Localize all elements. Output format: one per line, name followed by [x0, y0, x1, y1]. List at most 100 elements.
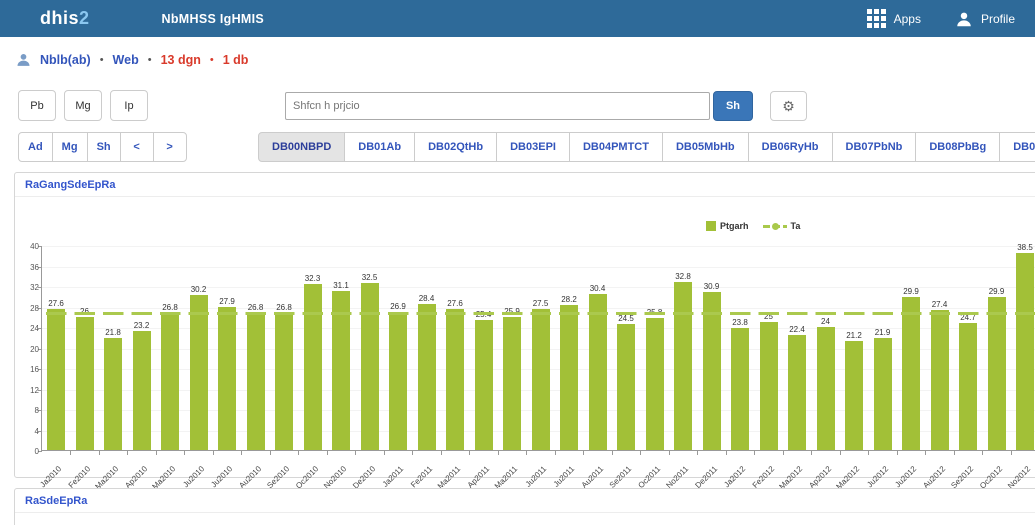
bar: [446, 309, 464, 450]
bar: [589, 294, 607, 450]
x-axis-tick: [99, 450, 100, 455]
bar: [247, 313, 265, 450]
legend-item-target[interactable]: Ta: [763, 221, 801, 231]
bar: [133, 331, 151, 450]
x-axis-tick: [954, 450, 955, 455]
dashboard-tab[interactable]: DB03EPI: [496, 132, 570, 162]
profile-label: Profile: [981, 12, 1015, 26]
chart-legend: Ptgarh Ta: [706, 221, 800, 231]
bar: [532, 309, 550, 450]
bar-value-label: 38.5: [1007, 243, 1035, 252]
x-axis-tick: [840, 450, 841, 455]
tab-nav-button[interactable]: Ad: [18, 132, 53, 162]
legend-dashed-line-icon: [763, 225, 787, 228]
tab-nav-button[interactable]: Mg: [52, 132, 88, 162]
apps-menu[interactable]: Apps: [867, 9, 921, 28]
x-axis-tick: [384, 450, 385, 455]
dhis2-logo[interactable]: dhis2: [40, 8, 90, 29]
x-axis-tick: [469, 450, 470, 455]
bar: [190, 295, 208, 450]
dashboard-tab[interactable]: DB09PbBs: [999, 132, 1035, 162]
settings-button[interactable]: ⚙: [770, 91, 807, 121]
bar: [560, 305, 578, 450]
dashboard-tab[interactable]: DB01Ab: [344, 132, 415, 162]
gear-icon: ⚙: [782, 98, 795, 114]
bar-value-label: 26.8: [266, 303, 302, 312]
period-link[interactable]: Web: [113, 53, 139, 67]
x-axis-tick: [127, 450, 128, 455]
toolbar-button[interactable]: Ip: [110, 90, 148, 121]
dashboard-tab[interactable]: DB00NBPD: [258, 132, 345, 162]
bar: [988, 297, 1006, 450]
tab-nav-button[interactable]: >: [153, 132, 187, 162]
dashboard-item-links: RaSdeEpRa: [15, 489, 1035, 513]
x-axis-tick: [697, 450, 698, 455]
toolbar-button-group: Pb Mg Ip: [18, 90, 148, 121]
bar: [760, 322, 778, 450]
x-axis-tick: [783, 450, 784, 455]
bar: [76, 317, 94, 450]
y-axis-tick-label: 16: [19, 365, 39, 374]
profile-menu[interactable]: Profile: [955, 10, 1015, 28]
bar: [788, 335, 806, 450]
bar-value-label: 27.6: [437, 299, 473, 308]
bar: [931, 310, 949, 450]
bar: [304, 284, 322, 450]
separator-dot: •: [100, 54, 104, 66]
bar-value-label: 26.9: [380, 302, 416, 311]
bar-value-label: 22.4: [779, 325, 815, 334]
bar: [874, 338, 892, 450]
target-line: [42, 312, 1035, 315]
x-axis-tick: [925, 450, 926, 455]
item-action-links[interactable]: RaGangSdeEpRa: [25, 179, 115, 191]
x-axis-tick: [868, 450, 869, 455]
x-axis-tick: [612, 450, 613, 455]
bar: [817, 327, 835, 450]
dashboard-tab[interactable]: DB08PbBg: [915, 132, 1000, 162]
item-action-links[interactable]: RaSdeEpRa: [25, 495, 87, 507]
y-axis-tick-label: 20: [19, 345, 39, 354]
x-axis-tick: [412, 450, 413, 455]
x-axis-tick: [754, 450, 755, 455]
dashboard-tab[interactable]: DB06RyHb: [748, 132, 833, 162]
bar: [475, 320, 493, 450]
x-axis-tick: [298, 450, 299, 455]
y-axis-tick-label: 24: [19, 324, 39, 333]
bar-value-label: 24: [808, 317, 844, 326]
logo-main: dhis: [40, 8, 79, 28]
search-button[interactable]: Sh: [713, 91, 753, 121]
logo-accent: 2: [79, 8, 90, 28]
bar: [845, 341, 863, 450]
bar: [703, 292, 721, 450]
dashboard-tab[interactable]: DB07PbNb: [832, 132, 917, 162]
toolbar-button[interactable]: Pb: [18, 90, 56, 121]
bar: [617, 324, 635, 450]
legend-item-series[interactable]: Ptgarh: [706, 221, 749, 231]
separator-dot: •: [148, 54, 152, 66]
toolbar-button[interactable]: Mg: [64, 90, 102, 121]
y-axis-tick-label: 28: [19, 304, 39, 313]
bar: [389, 312, 407, 450]
tab-nav-button[interactable]: Sh: [87, 132, 121, 162]
org-unit-link[interactable]: Nblb(ab): [40, 53, 91, 67]
top-bar: dhis2 NbMHSS IgHMIS Apps Profile: [0, 0, 1035, 37]
tab-nav-button[interactable]: <: [120, 132, 154, 162]
bar-value-label: 23.2: [124, 321, 160, 330]
app-title: NbMHSS IgHMIS: [162, 12, 265, 26]
dashboard-tab[interactable]: DB04PMTCT: [569, 132, 663, 162]
dashboard-tab[interactable]: DB05MbHb: [662, 132, 749, 162]
y-axis-tick-label: 4: [19, 427, 39, 436]
gridline: [42, 246, 1035, 247]
x-axis-tick: [270, 450, 271, 455]
bar-value-label: 26.8: [152, 303, 188, 312]
x-axis-tick: [327, 450, 328, 455]
x-axis-tick: [555, 450, 556, 455]
user-context-bar: Nblb(ab) • Web • 13 dgn • 1 db: [16, 52, 248, 67]
x-axis-tick: [213, 450, 214, 455]
x-axis-tick: [1011, 450, 1012, 455]
x-axis-tick: [640, 450, 641, 455]
y-axis-tick-label: 12: [19, 386, 39, 395]
bar: [161, 313, 179, 450]
dashboard-tab[interactable]: DB02QtHb: [414, 132, 497, 162]
search-input[interactable]: [285, 92, 710, 120]
